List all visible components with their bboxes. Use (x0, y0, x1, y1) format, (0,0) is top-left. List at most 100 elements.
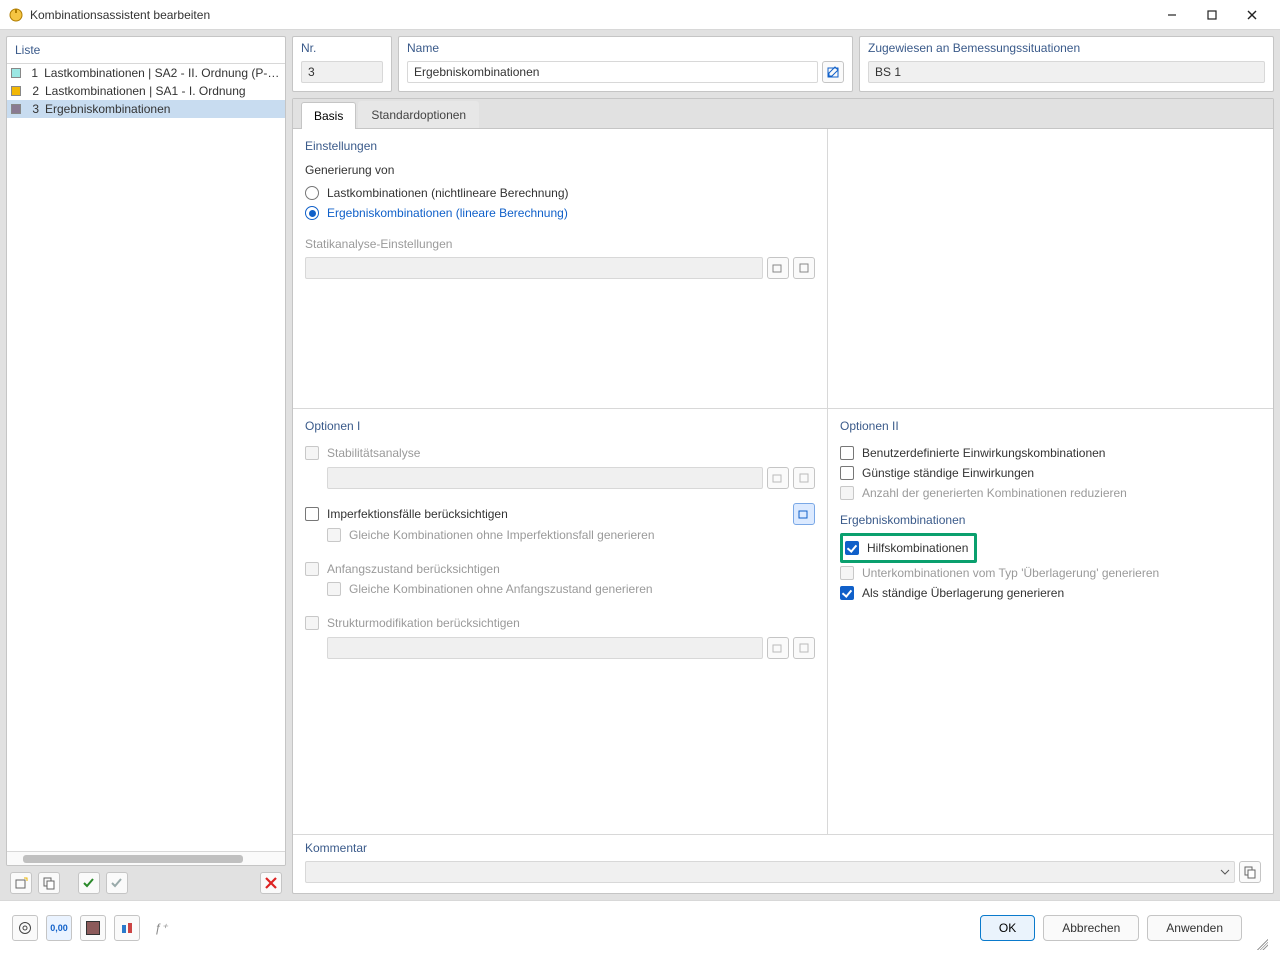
assigned-label: Zugewiesen an Bemessungssituationen (868, 41, 1265, 55)
section-optionen-1: Optionen I Stabilitätsanalyse (293, 409, 828, 834)
close-button[interactable] (1232, 1, 1272, 29)
model-icon[interactable] (114, 915, 140, 941)
check-on-icon[interactable] (78, 872, 100, 894)
list-item-label: Lastkombinationen | SA2 - II. Ordnung (P… (44, 66, 281, 80)
check-aux[interactable]: Hilfskombinationen (845, 538, 968, 558)
new-item-icon[interactable] (10, 872, 32, 894)
list-item[interactable]: 2 Lastkombinationen | SA1 - I. Ordnung (7, 82, 285, 100)
stability-settings-icon (793, 467, 815, 489)
stability-input (327, 467, 763, 489)
stability-new-icon (767, 467, 789, 489)
delete-icon[interactable] (260, 872, 282, 894)
nr-box: Nr. 3 (292, 36, 392, 92)
function-icon[interactable]: ƒ⁺ (148, 915, 174, 941)
check-favorable[interactable]: Günstige ständige Einwirkungen (840, 463, 1261, 483)
check-imperfection[interactable]: Imperfektionsfälle berücksichtigen (305, 504, 793, 524)
list-item-number: 2 (27, 84, 39, 98)
section-optionen-2: Optionen II Benutzerdefinierte Einwirkun… (828, 409, 1273, 834)
color-icon[interactable] (80, 915, 106, 941)
assigned-box: Zugewiesen an Bemessungssituationen BS 1 (859, 36, 1274, 92)
checkbox-icon (305, 562, 319, 576)
color-swatch (11, 68, 21, 78)
checkbox-icon (840, 586, 854, 600)
list-item-label: Ergebniskombinationen (45, 102, 170, 116)
titlebar: Kombinationsassistent bearbeiten (0, 0, 1280, 30)
sidebar-toolbar (6, 866, 286, 894)
tab-basis[interactable]: Basis (301, 102, 356, 129)
kommentar-combo[interactable] (305, 861, 1235, 883)
static-analysis-input (305, 257, 763, 279)
radio-lastkombinationen[interactable]: Lastkombinationen (nichtlineare Berechnu… (305, 183, 815, 203)
check-imperfection-sub: Gleiche Kombinationen ohne Imperfektions… (327, 525, 815, 545)
check-reduce: Anzahl der generierten Kombinationen red… (840, 483, 1261, 503)
chevron-down-icon (1220, 867, 1230, 877)
radio-icon (305, 186, 319, 200)
static-settings-icon[interactable] (793, 257, 815, 279)
ok-button[interactable]: OK (980, 915, 1035, 941)
tabs-bar: Basis Standardoptionen (293, 99, 1273, 129)
list-item-label: Lastkombinationen | SA1 - I. Ordnung (45, 84, 246, 98)
resize-grip[interactable] (1254, 936, 1268, 950)
check-userdef[interactable]: Benutzerdefinierte Einwirkungskombinatio… (840, 443, 1261, 463)
list-item-number: 1 (27, 66, 38, 80)
static-new-icon[interactable] (767, 257, 789, 279)
maximize-button[interactable] (1192, 1, 1232, 29)
checkbox-icon (840, 466, 854, 480)
help-icon[interactable] (12, 915, 38, 941)
apply-button[interactable]: Anwenden (1147, 915, 1242, 941)
edit-name-icon[interactable] (822, 61, 844, 83)
window-title: Kombinationsassistent bearbeiten (30, 8, 1152, 22)
optionen1-title: Optionen I (305, 419, 815, 433)
horizontal-scrollbar[interactable] (7, 851, 285, 865)
checkbox-icon (327, 528, 341, 542)
highlight-hilfskombinationen: Hilfskombinationen (840, 533, 977, 563)
name-label: Name (407, 41, 844, 55)
assigned-input[interactable]: BS 1 (868, 61, 1265, 83)
gen-von-label: Generierung von (305, 163, 815, 177)
kommentar-title: Kommentar (305, 841, 1261, 855)
check-stability: Stabilitätsanalyse (305, 443, 815, 463)
name-box: Name Ergebniskombinationen (398, 36, 853, 92)
checkbox-icon (305, 616, 319, 630)
struct-settings-icon (793, 637, 815, 659)
check-permanent-overlay[interactable]: Als ständige Überlagerung generieren (840, 583, 1261, 603)
color-swatch (11, 86, 21, 96)
units-icon[interactable]: 0,00 (46, 915, 72, 941)
static-analysis-label: Statikanalyse-Einstellungen (305, 237, 815, 251)
checkbox-icon (305, 507, 319, 521)
list-item[interactable]: 1 Lastkombinationen | SA2 - II. Ordnung (… (7, 64, 285, 82)
radio-icon (305, 206, 319, 220)
result-comb-title: Ergebniskombinationen (840, 513, 1261, 527)
nr-label: Nr. (301, 41, 383, 55)
kommentar-library-icon[interactable] (1239, 861, 1261, 883)
cancel-button[interactable]: Abbrechen (1043, 915, 1139, 941)
checkbox-icon (840, 486, 854, 500)
checkbox-icon (327, 582, 341, 596)
tab-standardoptionen[interactable]: Standardoptionen (358, 101, 479, 128)
section-kommentar: Kommentar (293, 834, 1273, 893)
list-header: Liste (7, 37, 285, 64)
dialog-footer: 0,00 ƒ⁺ OK Abbrechen Anwenden (0, 900, 1280, 954)
list-panel: Liste 1 Lastkombinationen | SA2 - II. Ord… (6, 36, 286, 866)
nr-input[interactable]: 3 (301, 61, 383, 83)
copy-item-icon[interactable] (38, 872, 60, 894)
einstellungen-title: Einstellungen (305, 139, 815, 153)
imperfection-assign-icon[interactable] (793, 503, 815, 525)
app-icon (8, 7, 24, 23)
list-item[interactable]: 3 Ergebniskombinationen (7, 100, 285, 118)
list-rows: 1 Lastkombinationen | SA2 - II. Ordnung (… (7, 64, 285, 851)
struct-mod-input (327, 637, 763, 659)
checkbox-icon (845, 541, 859, 555)
name-input[interactable]: Ergebniskombinationen (407, 61, 818, 83)
section-empty-top-right (828, 129, 1273, 409)
check-off-icon[interactable] (106, 872, 128, 894)
check-initial-state-sub: Gleiche Kombinationen ohne Anfangszustan… (327, 579, 815, 599)
optionen2-title: Optionen II (840, 419, 1261, 433)
section-einstellungen: Einstellungen Generierung von Lastkombin… (293, 129, 828, 409)
minimize-button[interactable] (1152, 1, 1192, 29)
radio-ergebniskombinationen[interactable]: Ergebniskombinationen (lineare Berechnun… (305, 203, 815, 223)
list-item-number: 3 (27, 102, 39, 116)
checkbox-icon (840, 446, 854, 460)
check-struct-mod: Strukturmodifikation berücksichtigen (305, 613, 815, 633)
check-initial-state: Anfangszustand berücksichtigen (305, 559, 815, 579)
